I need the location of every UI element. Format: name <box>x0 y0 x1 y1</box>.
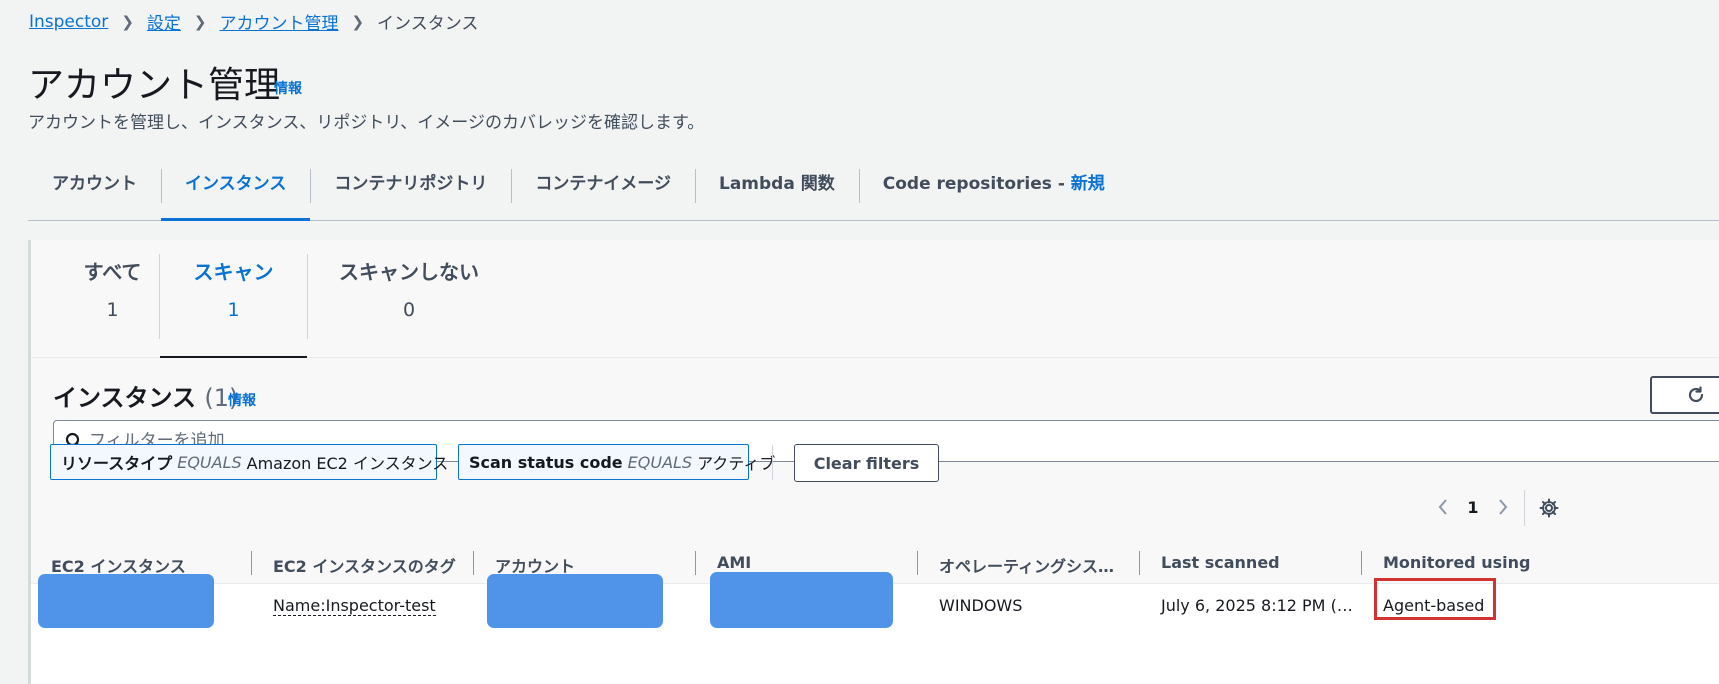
divider <box>307 254 308 339</box>
new-badge: 新規 <box>1070 174 1105 194</box>
chevron-right-icon: ❯ <box>193 12 207 31</box>
scan-tab-scanning-count: 1 <box>227 299 240 321</box>
filter-operator: EQUALS <box>627 452 693 472</box>
section-title-text: インスタンス <box>53 384 197 412</box>
redacted-instance-id <box>38 574 214 628</box>
chevron-right-icon <box>1499 499 1508 515</box>
filter-token-resource-type[interactable]: リソースタイプ EQUALS Amazon EC2 インスタンス <box>50 444 448 480</box>
redacted-account-id <box>487 574 663 628</box>
scan-tab-scanning[interactable]: スキャン 1 <box>160 256 307 359</box>
breadcrumb-account-management[interactable]: アカウント管理 <box>219 9 338 34</box>
column-header-ec2-tags[interactable]: EC2 インスタンスのタグ <box>273 553 456 577</box>
instances-panel: すべて 1 スキャン 1 スキャンしない 0 インスタンス (1) 情報 フィル… <box>28 240 1719 684</box>
next-page-button[interactable] <box>1488 492 1518 522</box>
column-resizer[interactable] <box>1139 551 1140 575</box>
scan-tab-not-scanning[interactable]: スキャンしない 0 <box>319 256 499 321</box>
column-resizer[interactable] <box>473 551 474 575</box>
tab-accounts[interactable]: アカウント <box>28 165 161 221</box>
redacted-ami-id <box>710 572 893 628</box>
column-header-ami[interactable]: AMI <box>717 553 751 572</box>
section-title: インスタンス (1) <box>53 378 238 413</box>
column-header-monitored-using[interactable]: Monitored using <box>1383 553 1530 572</box>
column-resizer[interactable] <box>251 551 252 575</box>
prev-page-button[interactable] <box>1428 492 1458 522</box>
highlight-box <box>1374 578 1496 620</box>
tab-code-repositories-label: Code repositories - <box>882 174 1071 194</box>
page-description: アカウントを管理し、インスタンス、リポジトリ、イメージのカバレッジを確認します。 <box>28 113 705 133</box>
filter-value: アクティブ <box>697 454 776 473</box>
divider <box>1524 490 1525 526</box>
divider <box>772 445 773 480</box>
page-info-link[interactable]: 情報 <box>274 78 302 98</box>
filter-key: リソースタイプ <box>61 454 173 473</box>
chevron-right-icon: ❯ <box>121 12 134 31</box>
scan-tab-not-scanning-label: スキャンしない <box>339 260 479 284</box>
tab-container-repositories[interactable]: コンテナリポジトリ <box>310 165 511 221</box>
scan-tab-scanning-label: スキャン <box>193 260 274 284</box>
filter-key: Scan status code <box>469 452 623 472</box>
breadcrumb-settings[interactable]: 設定 <box>147 9 181 34</box>
breadcrumb: Inspector ❯ 設定 ❯ アカウント管理 ❯ インスタンス <box>29 9 479 35</box>
chevron-right-icon: ❯ <box>351 12 365 31</box>
breadcrumb-current: インスタンス <box>377 14 479 34</box>
filter-value: Amazon EC2 インスタンス <box>246 454 449 473</box>
tab-container-images[interactable]: コンテナイメージ <box>511 165 695 221</box>
clear-filters-button[interactable]: Clear filters <box>794 444 939 482</box>
refresh-button[interactable] <box>1650 376 1719 414</box>
chevron-left-icon <box>1438 499 1447 515</box>
last-scanned-cell: July 6, 2025 8:12 PM (… <box>1161 596 1353 615</box>
tab-code-repositories[interactable]: Code repositories - 新規 <box>858 165 1129 221</box>
section-info-link[interactable]: 情報 <box>228 390 256 410</box>
pagination: 1 <box>1428 492 1518 522</box>
column-resizer[interactable] <box>1361 551 1362 575</box>
scan-filter-tabs: すべて 1 スキャン 1 スキャンしない 0 <box>31 240 1719 359</box>
current-page[interactable]: 1 <box>1458 498 1488 517</box>
column-resizer[interactable] <box>695 551 696 575</box>
os-cell: WINDOWS <box>939 596 1023 615</box>
tab-lambda-functions[interactable]: Lambda 関数 <box>695 165 859 221</box>
filter-operator: EQUALS <box>177 452 242 472</box>
scan-tab-not-scanning-count: 0 <box>402 299 416 321</box>
page-title: アカウント管理 <box>28 65 281 106</box>
instance-tag[interactable]: Name:Inspector-test <box>273 596 436 616</box>
column-header-last-scanned[interactable]: Last scanned <box>1161 553 1280 572</box>
refresh-icon <box>1688 386 1703 403</box>
tab-bar: アカウント インスタンス コンテナリポジトリ コンテナイメージ Lambda 関… <box>28 165 1719 221</box>
tab-instances[interactable]: インスタンス <box>161 165 311 221</box>
column-resizer[interactable] <box>917 551 918 575</box>
filter-token-scan-status[interactable]: Scan status code EQUALS アクティブ <box>458 444 775 480</box>
instance-tag-text: Name:Inspector-test <box>273 596 436 616</box>
column-header-os[interactable]: オペレーティングシス… <box>939 553 1114 577</box>
breadcrumb-inspector[interactable]: Inspector <box>29 12 108 32</box>
gear-icon <box>1539 498 1559 518</box>
table-settings-button[interactable] <box>1534 493 1564 523</box>
